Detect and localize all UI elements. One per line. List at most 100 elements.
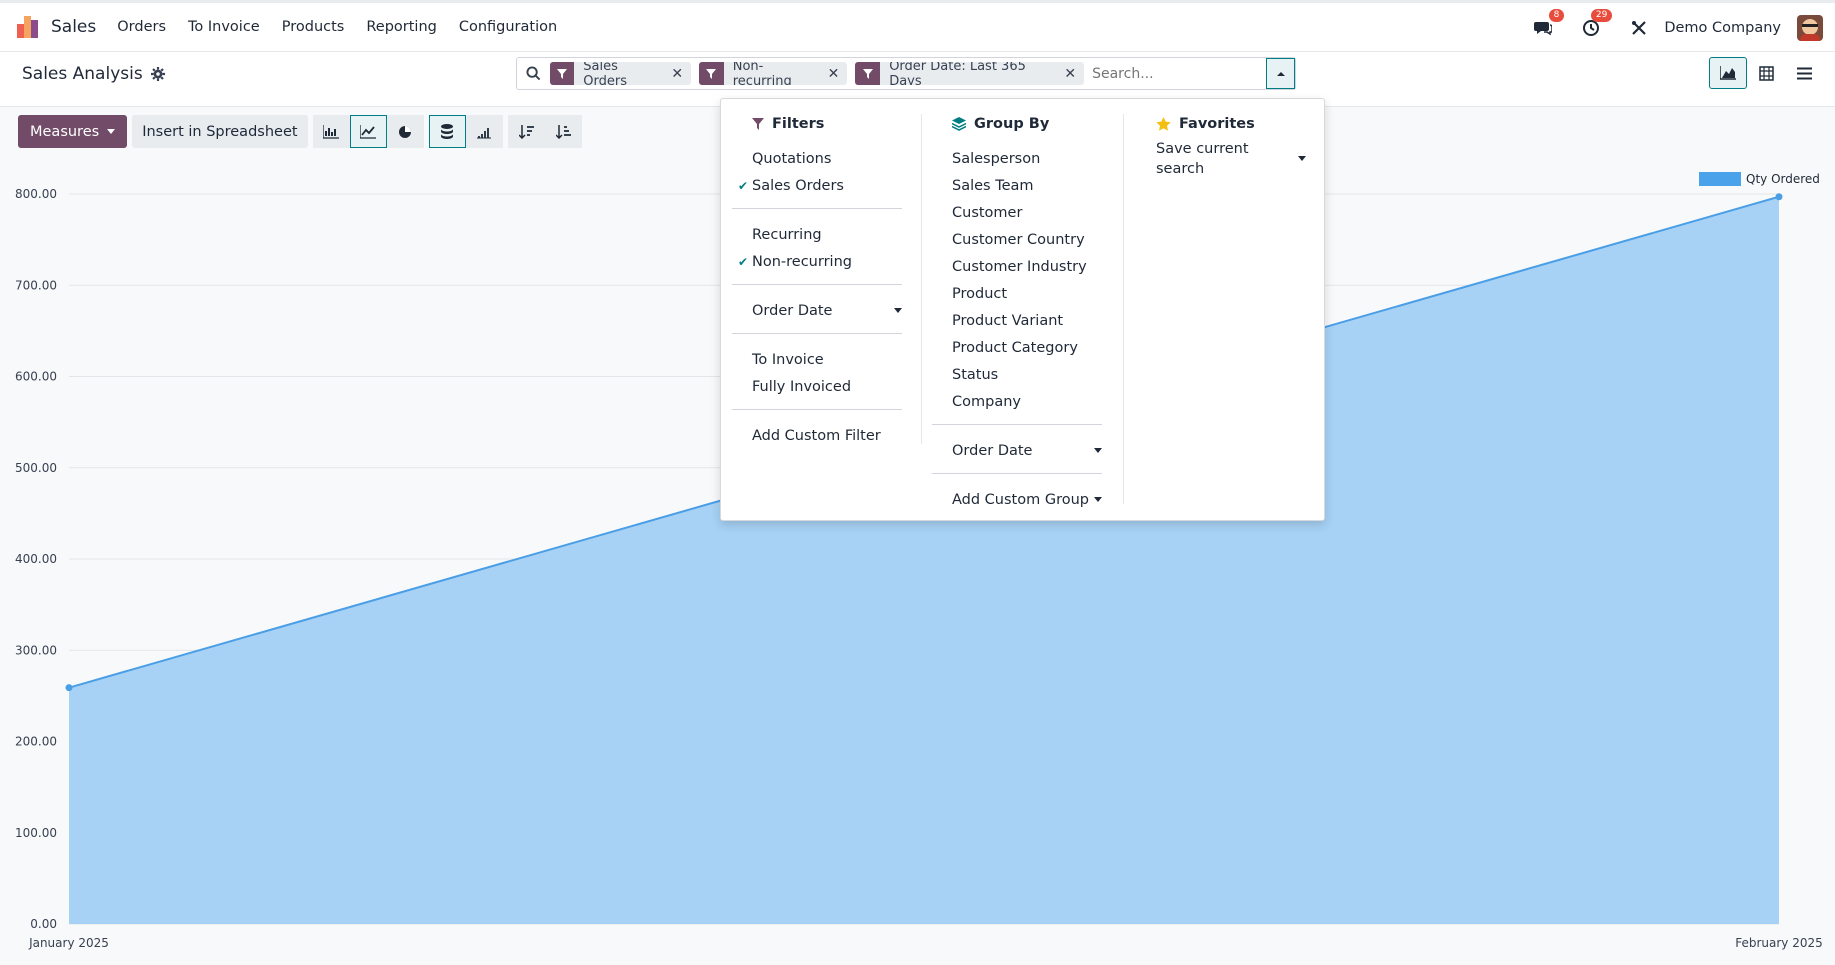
groupby-heading: Group By: [952, 114, 1102, 134]
caret-down-icon: [1298, 156, 1306, 161]
groupby-sales-team[interactable]: Sales Team: [952, 172, 1102, 199]
facet-remove-button[interactable]: ✕: [1064, 66, 1084, 82]
sales-app-icon[interactable]: [17, 16, 39, 38]
nav-configuration[interactable]: Configuration: [459, 19, 557, 35]
divider: [932, 424, 1102, 425]
divider: [732, 284, 902, 285]
x-tick-label: February 2025: [1735, 936, 1823, 950]
chat-icon: [1534, 21, 1553, 35]
y-tick-label: 700.00: [15, 278, 57, 292]
nav-reporting[interactable]: Reporting: [366, 19, 437, 35]
line-chart-button[interactable]: [349, 115, 387, 148]
graph-toolbar: Measures Insert in Spreadsheet: [18, 115, 582, 148]
caret-down-icon: [894, 308, 902, 313]
table-icon: [1758, 65, 1774, 81]
y-tick-label: 300.00: [15, 643, 57, 657]
groupby-status[interactable]: Status: [952, 361, 1102, 388]
y-tick-label: 600.00: [15, 370, 57, 384]
top-navbar: Sales Orders To Invoice Products Reporti…: [0, 0, 1835, 52]
pie-chart-button[interactable]: [386, 115, 424, 148]
save-current-search[interactable]: Save current search: [1156, 141, 1306, 177]
filter-sales-orders[interactable]: ✔ Sales Orders: [738, 172, 902, 199]
groupby-order-date[interactable]: Order Date: [952, 437, 1102, 464]
filter-icon: [699, 62, 724, 85]
data-point: [65, 684, 73, 692]
filter-to-invoice[interactable]: To Invoice: [752, 346, 902, 373]
search-panel-dropdown: Filters Quotations ✔ Sales Orders Recurri…: [720, 98, 1325, 521]
check-icon: ✔: [738, 254, 749, 269]
data-point: [1775, 193, 1783, 201]
sort-asc-icon: [555, 124, 571, 139]
y-tick-label: 0.00: [30, 917, 57, 931]
chart-legend[interactable]: Qty Ordered: [1699, 172, 1820, 186]
add-custom-group[interactable]: Add Custom Group: [952, 486, 1102, 513]
divider: [732, 409, 902, 410]
cumulative-button[interactable]: [465, 115, 503, 148]
y-tick-label: 800.00: [15, 187, 57, 201]
graph-view-button[interactable]: [1709, 57, 1747, 89]
search-bar[interactable]: Sales Orders ✕ Non-recurring ✕ Order Dat…: [516, 57, 1296, 90]
breadcrumb: Sales Analysis: [22, 64, 165, 84]
insert-spreadsheet-button[interactable]: Insert in Spreadsheet: [132, 115, 308, 148]
groupby-product[interactable]: Product: [952, 280, 1102, 307]
layers-icon: [952, 117, 966, 131]
groupby-product-category[interactable]: Product Category: [952, 334, 1102, 361]
filter-recurring[interactable]: Recurring: [752, 221, 902, 248]
bar-chart-icon: [323, 124, 340, 139]
column-divider: [921, 114, 922, 444]
user-avatar[interactable]: [1797, 14, 1823, 41]
groupby-customer[interactable]: Customer: [952, 199, 1102, 226]
sort-descending-button[interactable]: [507, 115, 545, 148]
measures-button[interactable]: Measures: [18, 115, 128, 148]
bar-chart-button[interactable]: [312, 115, 350, 148]
groupby-salesperson[interactable]: Salesperson: [952, 145, 1102, 172]
app-name[interactable]: Sales: [51, 17, 96, 37]
filter-order-date[interactable]: Order Date: [752, 297, 902, 324]
y-tick-label: 100.00: [15, 826, 57, 840]
database-icon: [441, 124, 454, 139]
search-input[interactable]: [1092, 58, 1267, 89]
messages-badge: 8: [1548, 8, 1565, 22]
add-custom-filter[interactable]: Add Custom Filter: [752, 422, 902, 449]
facet-non-recurring: Non-recurring ✕: [699, 62, 848, 85]
search-panel-toggle[interactable]: [1266, 58, 1295, 89]
debug-tools-button[interactable]: [1628, 17, 1650, 39]
filters-heading: Filters: [752, 114, 902, 134]
company-switcher[interactable]: Demo Company: [1664, 20, 1781, 36]
divider: [932, 473, 1102, 474]
list-icon: [1796, 67, 1812, 79]
stacked-button[interactable]: [428, 115, 466, 148]
star-icon: [1156, 117, 1171, 131]
facet-remove-button[interactable]: ✕: [671, 66, 691, 82]
sort-group: [507, 115, 582, 148]
y-tick-label: 200.00: [15, 735, 57, 749]
nav-to-invoice[interactable]: To Invoice: [188, 19, 260, 35]
groupby-product-variant[interactable]: Product Variant: [952, 307, 1102, 334]
groupby-customer-industry[interactable]: Customer Industry: [952, 253, 1102, 280]
search-icon: [517, 66, 550, 81]
groupby-column: Group By Salesperson Sales Team Customer…: [932, 114, 1102, 513]
filter-non-recurring[interactable]: ✔ Non-recurring: [738, 248, 902, 275]
groupby-customer-country[interactable]: Customer Country: [952, 226, 1102, 253]
x-tick-label: January 2025: [28, 936, 109, 950]
nav-orders[interactable]: Orders: [117, 19, 166, 35]
list-view-button[interactable]: [1785, 57, 1823, 89]
facet-order-date: Order Date: Last 365 Days ✕: [855, 62, 1085, 85]
pivot-view-button[interactable]: [1747, 57, 1785, 89]
groupby-company[interactable]: Company: [952, 388, 1102, 415]
sort-ascending-button[interactable]: [544, 115, 582, 148]
legend-swatch: [1699, 172, 1741, 186]
facet-remove-button[interactable]: ✕: [828, 66, 848, 82]
check-icon: ✔: [738, 178, 749, 193]
messages-button[interactable]: 8: [1532, 8, 1565, 39]
activities-button[interactable]: 29: [1580, 8, 1613, 39]
filter-icon: [752, 118, 764, 130]
filter-quotations[interactable]: Quotations: [752, 145, 902, 172]
area-chart-icon: [1720, 66, 1736, 80]
gear-icon[interactable]: [150, 67, 165, 81]
filter-fully-invoiced[interactable]: Fully Invoiced: [752, 373, 902, 400]
y-tick-label: 400.00: [15, 552, 57, 566]
nav-products[interactable]: Products: [282, 19, 345, 35]
legend-label: Qty Ordered: [1746, 172, 1820, 186]
activities-badge: 29: [1590, 8, 1613, 22]
